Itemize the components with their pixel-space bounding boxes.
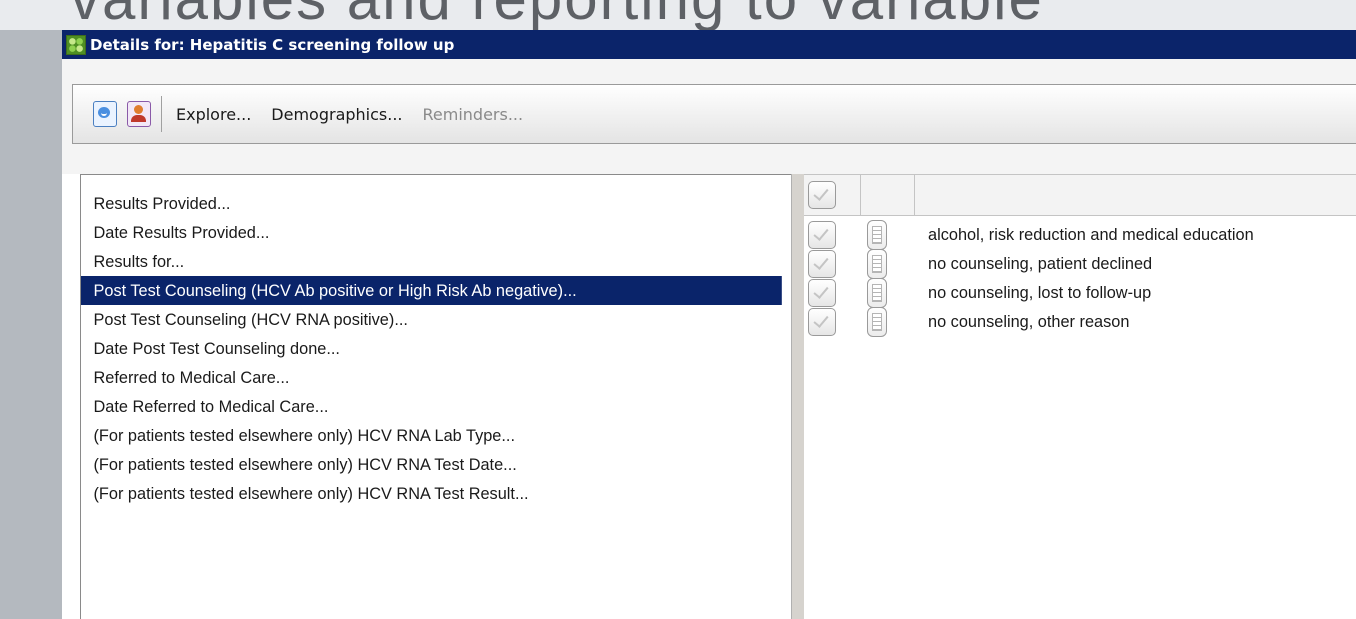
- slide-title: variables and reporting to variable: [70, 0, 1044, 30]
- table-row[interactable]: no counseling, other reason: [804, 307, 1356, 337]
- list-item[interactable]: (For patients tested elsewhere only) HCV…: [81, 450, 802, 479]
- field-list-pane: Results Provided... Date Results Provide…: [80, 174, 791, 619]
- reminders-button: Reminders...: [422, 104, 524, 124]
- table-row[interactable]: alcohol, risk reduction and medical educ…: [804, 220, 1356, 250]
- list-item[interactable]: Referred to Medical Care...: [81, 363, 802, 392]
- select-all-checkbox[interactable]: [808, 181, 836, 209]
- chart-icon[interactable]: [93, 101, 117, 127]
- header-note-column[interactable]: [861, 175, 915, 215]
- person-icon[interactable]: [127, 101, 151, 127]
- list-item[interactable]: (For patients tested elsewhere only) HCV…: [81, 421, 802, 450]
- pane-splitter[interactable]: [791, 174, 805, 619]
- slide-title-strip: variables and reporting to variable: [0, 0, 1356, 30]
- list-item[interactable]: Date Post Test Counseling done...: [81, 334, 802, 363]
- list-item[interactable]: Results Provided...: [81, 189, 802, 218]
- header-label-column[interactable]: [915, 175, 1356, 215]
- demographics-button[interactable]: Demographics...: [271, 105, 402, 124]
- explore-button[interactable]: Explore...: [176, 105, 251, 124]
- list-item[interactable]: Results for...: [81, 247, 802, 276]
- list-item[interactable]: Date Results Provided...: [81, 218, 802, 247]
- row-checkbox[interactable]: [808, 250, 836, 278]
- window-body: Explore... Demographics... Reminders... …: [62, 59, 1356, 619]
- notepad-icon[interactable]: [867, 249, 887, 279]
- list-item[interactable]: Date Referred to Medical Care...: [81, 392, 802, 421]
- notepad-icon[interactable]: [867, 278, 887, 308]
- list-item-selected[interactable]: Post Test Counseling (HCV Ab positive or…: [81, 276, 782, 305]
- row-label: alcohol, risk reduction and medical educ…: [928, 225, 1254, 244]
- field-list: Results Provided... Date Results Provide…: [81, 175, 791, 508]
- toolbar: Explore... Demographics... Reminders...: [72, 84, 1356, 144]
- app-icon: [66, 34, 86, 55]
- table-row[interactable]: no counseling, patient declined: [804, 249, 1356, 279]
- row-label: no counseling, lost to follow-up: [928, 283, 1152, 302]
- details-window: Details for: Hepatitis C screening follo…: [62, 30, 1356, 619]
- list-item[interactable]: Post Test Counseling (HCV RNA positive).…: [81, 305, 802, 334]
- row-checkbox[interactable]: [808, 221, 836, 249]
- window-titlebar[interactable]: Details for: Hepatitis C screening follo…: [62, 30, 1356, 59]
- row-checkbox[interactable]: [808, 279, 836, 307]
- grid-header: [804, 174, 1356, 216]
- row-label: no counseling, other reason: [928, 312, 1130, 331]
- table-row[interactable]: no counseling, lost to follow-up: [804, 278, 1356, 308]
- header-check-column[interactable]: [804, 175, 861, 215]
- toolbar-separator: [161, 96, 162, 132]
- row-checkbox[interactable]: [808, 308, 836, 336]
- toolbar-area: Explore... Demographics... Reminders...: [62, 59, 1356, 174]
- notepad-icon[interactable]: [867, 220, 887, 250]
- options-grid: alcohol, risk reduction and medical educ…: [804, 174, 1356, 619]
- row-label: no counseling, patient declined: [928, 254, 1153, 273]
- window-title: Details for: Hepatitis C screening follo…: [90, 35, 455, 54]
- list-item[interactable]: (For patients tested elsewhere only) HCV…: [81, 479, 802, 508]
- slide-background-left: [0, 0, 62, 619]
- notepad-icon[interactable]: [867, 307, 887, 337]
